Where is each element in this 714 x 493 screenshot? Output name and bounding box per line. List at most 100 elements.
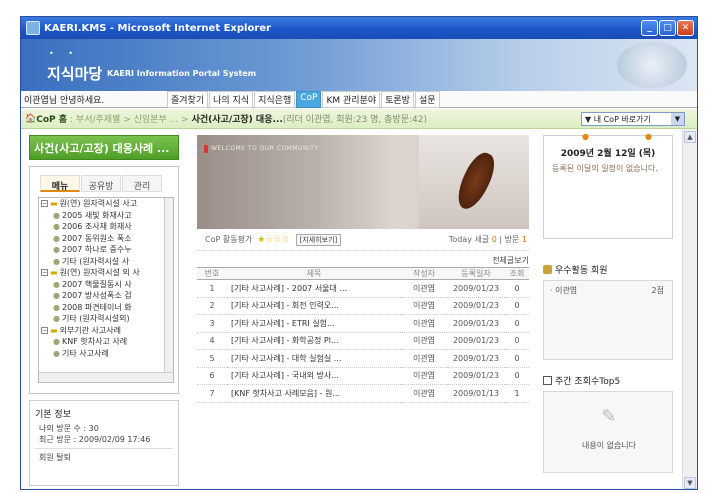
rating-stars: ★☆☆☆ bbox=[257, 234, 290, 245]
tree-label: 2007 방사성폭소 검 bbox=[61, 291, 132, 301]
chevron-down-icon[interactable]: ▼ bbox=[671, 113, 684, 125]
nav-km-admin[interactable]: KM 관리분야 bbox=[322, 90, 381, 108]
post-views: 1 bbox=[505, 384, 529, 403]
tab-menu[interactable]: 메뉴 bbox=[40, 175, 80, 192]
nav-knowledge-bank[interactable]: 지식은행 bbox=[254, 90, 296, 108]
table-row[interactable]: 1 [기타 사고사례] - 2007 서울대 ... 이관엽 2009/01/23 0 bbox=[197, 279, 529, 298]
tree-folder[interactable]: − ▬ 원(연) 원자력시설 외 사 bbox=[39, 267, 173, 279]
top5-box: ✎ 내용이 없습니다 bbox=[543, 391, 673, 473]
my-cop-select[interactable]: ▼ 내 CoP 바로가기 ▼ bbox=[581, 112, 685, 126]
post-no: 6 bbox=[197, 367, 227, 385]
portal-subtitle: KAERI Information Portal System bbox=[107, 69, 257, 78]
post-title[interactable]: [기타 사고사례] - 2007 서울대 ... bbox=[227, 279, 401, 298]
maximize-button[interactable]: □ bbox=[659, 20, 676, 36]
withdraw-link[interactable]: 회원 탈퇴 bbox=[39, 452, 173, 463]
chart-icon bbox=[543, 376, 552, 385]
rating-detail-button[interactable]: [지세히보기] bbox=[295, 233, 342, 246]
tree-horizontal-scrollbar[interactable] bbox=[39, 372, 173, 382]
visit-count: 1 bbox=[521, 235, 527, 244]
post-title[interactable]: [기타 사고사례] - ETRI 실험... bbox=[227, 314, 401, 333]
breadcrumb-home[interactable]: CoP 홈 bbox=[36, 112, 67, 125]
last-visit: 최근 방문 : 2009/02/09 17:46 bbox=[39, 435, 151, 444]
tree-item[interactable]: ● 2007 하나로 중수누 bbox=[39, 244, 173, 256]
tree-item[interactable]: ● 기타 (원자력시설 사 bbox=[39, 256, 173, 268]
scroll-down-icon[interactable]: ▼ bbox=[684, 477, 696, 489]
hero-caption: WELCOME TO OUR COMMUNITY bbox=[204, 145, 319, 153]
tree-label: 2007 핵물질동시 사 bbox=[61, 279, 132, 289]
top5-title: 주간 조회수Top5 bbox=[555, 377, 621, 387]
table-row[interactable]: 6 [기타 사고사례] - 국내외 방사... 이관엽 2009/01/23 0 bbox=[197, 367, 529, 385]
right-panel: ●● 2009년 2월 12일 (목) 등록된 이달의 일정이 없습니다. 우수… bbox=[543, 132, 673, 485]
post-date: 2009/01/13 bbox=[447, 384, 505, 403]
tree-item[interactable]: ● 2007 방사성폭소 검 bbox=[39, 290, 173, 302]
collapse-icon[interactable]: − bbox=[41, 269, 48, 277]
view-all-link[interactable]: 전체글보기 bbox=[197, 251, 529, 265]
calendar-date[interactable]: 2009년 2월 12일 (목) bbox=[552, 146, 664, 159]
tree-item[interactable]: ● KNF 핫차사고 사례 bbox=[39, 336, 173, 348]
table-row[interactable]: 3 [기타 사고사례] - ETRI 실험... 이관엽 2009/01/23 0 bbox=[197, 314, 529, 333]
tree-item[interactable]: ● 기타 (원자력시설외) bbox=[39, 313, 173, 325]
top-menu: 이관엽님 안녕하세요. 즐겨찾기 나의 지식 지식은행 CoP KM 관리분야 … bbox=[21, 90, 697, 108]
tree-folder[interactable]: − ▬ 원(연) 원자력시설 사고 bbox=[39, 198, 173, 210]
page-scrollbar[interactable]: ▲ ▼ bbox=[682, 129, 697, 489]
post-views: 0 bbox=[505, 314, 529, 333]
post-date: 2009/01/23 bbox=[447, 279, 505, 298]
post-no: 4 bbox=[197, 332, 227, 350]
post-no: 2 bbox=[197, 297, 227, 315]
post-title[interactable]: [KNF 핫차사고 사례모음] - 원... bbox=[227, 384, 401, 403]
post-title[interactable]: [기타 사고사례] - 대학 실험실 ... bbox=[227, 349, 401, 368]
minimize-button[interactable]: _ bbox=[641, 20, 658, 36]
my-visit-count: 나의 방문 수 : 30 bbox=[39, 424, 99, 433]
table-row[interactable]: 7 [KNF 핫차사고 사례모음] - 원... 이관엽 2009/01/13 1 bbox=[197, 384, 529, 403]
post-no: 1 bbox=[197, 279, 227, 298]
board-icon: ● bbox=[53, 314, 60, 324]
nav-favorites[interactable]: 즐겨찾기 bbox=[167, 90, 209, 108]
nav-survey[interactable]: 설문 bbox=[414, 90, 440, 108]
tree-label: 외부기관 사고사례 bbox=[59, 325, 121, 335]
tree-label: 2007 동위원소 폭소 bbox=[61, 233, 132, 243]
tree-item[interactable]: ● 2005 새빛 화재사고 bbox=[39, 210, 173, 222]
board-icon: ● bbox=[53, 348, 60, 358]
tree-item[interactable]: ● 기타 사고사례 bbox=[39, 348, 173, 360]
table-row[interactable]: 5 [기타 사고사례] - 대학 실험실 ... 이관엽 2009/01/23 0 bbox=[197, 349, 529, 368]
nav-cop[interactable]: CoP bbox=[296, 90, 322, 108]
board-icon: ● bbox=[53, 291, 60, 301]
logo-dots: • • bbox=[49, 49, 79, 58]
tree-vertical-scrollbar[interactable] bbox=[164, 198, 173, 372]
my-cop-select-label: ▼ 내 CoP 바로가기 bbox=[585, 114, 651, 124]
member-name[interactable]: · 이관엽 bbox=[550, 286, 577, 295]
post-views: 0 bbox=[505, 279, 529, 298]
folder-icon: ▬ bbox=[50, 199, 58, 209]
today-label: Today 새글 bbox=[448, 235, 490, 244]
board-icon: ● bbox=[53, 222, 60, 232]
post-title[interactable]: [기타 사고사례] - 회전 인력오... bbox=[227, 297, 401, 315]
window-title: KAERI.KMS - Microsoft Internet Explorer bbox=[44, 22, 271, 34]
col-author: 작성자 bbox=[401, 267, 447, 280]
top5-empty: 내용이 없습니다 bbox=[581, 441, 637, 450]
tree-item[interactable]: ● 2007 동위원소 폭소 bbox=[39, 233, 173, 245]
tree-item[interactable]: ● 2007 핵물질동시 사 bbox=[39, 279, 173, 291]
cop-title[interactable]: 사건(사고/고장) 대응사례 ... bbox=[29, 135, 179, 160]
scroll-up-icon[interactable]: ▲ bbox=[684, 131, 696, 143]
tab-admin[interactable]: 관리 bbox=[122, 175, 162, 192]
table-row[interactable]: 2 [기타 사고사례] - 회전 인력오... 이관엽 2009/01/23 0 bbox=[197, 297, 529, 315]
tree-item[interactable]: ● 2006 조사재 화재사 bbox=[39, 221, 173, 233]
collapse-icon[interactable]: − bbox=[41, 200, 48, 208]
nav-my-knowledge[interactable]: 나의 지식 bbox=[209, 90, 254, 108]
post-views: 0 bbox=[505, 332, 529, 350]
tree-folder[interactable]: − ▬ 외부기관 사고사례 bbox=[39, 325, 173, 337]
post-table: 번호 제목 작성자 등록일자 조회 1 [기타 사고사례] - 2007 서울대 … bbox=[197, 267, 529, 403]
tree-item[interactable]: ● 2008 파견테이너 화 bbox=[39, 302, 173, 314]
close-button[interactable]: ✕ bbox=[677, 20, 694, 36]
post-views: 0 bbox=[505, 349, 529, 368]
table-row[interactable]: 4 [기타 사고사례] - 화학공정 Pl... 이관엽 2009/01/23 0 bbox=[197, 332, 529, 350]
post-title[interactable]: [기타 사고사례] - 화학공정 Pl... bbox=[227, 332, 401, 350]
breadcrumb-path[interactable]: : 부서/주제별 > 신임본부 ... > bbox=[70, 112, 189, 125]
tab-share[interactable]: 공유방 bbox=[81, 175, 121, 192]
member-score: 2점 bbox=[651, 286, 664, 295]
portal-logo[interactable]: 지식마당 bbox=[47, 63, 102, 84]
collapse-icon[interactable]: − bbox=[41, 326, 48, 334]
post-title[interactable]: [기타 사고사례] - 국내외 방사... bbox=[227, 367, 401, 385]
folder-icon: ▬ bbox=[50, 268, 58, 278]
nav-discussion[interactable]: 토론방 bbox=[381, 90, 414, 108]
